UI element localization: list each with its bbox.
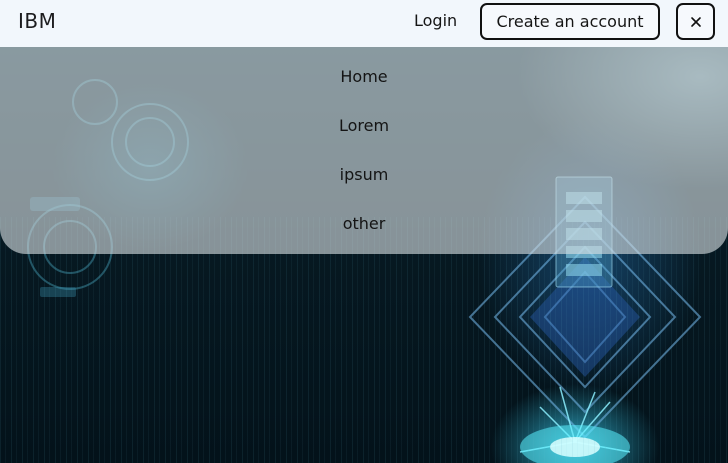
menu-item-ipsum[interactable]: ipsum	[0, 154, 728, 194]
menu-item-other[interactable]: other	[0, 203, 728, 243]
mobile-nav-menu: Home Lorem ipsum other	[0, 47, 728, 254]
menu-item-lorem[interactable]: Lorem	[0, 105, 728, 145]
login-link[interactable]: Login	[414, 11, 457, 30]
close-menu-button[interactable]	[676, 3, 715, 40]
close-icon	[690, 16, 701, 27]
create-account-label: Create an account	[496, 12, 644, 31]
menu-item-home[interactable]: Home	[0, 56, 728, 96]
top-nav-bar: IBM Login Create an account	[0, 0, 728, 47]
brand-logo[interactable]: IBM	[18, 9, 56, 33]
create-account-button[interactable]: Create an account	[480, 3, 660, 40]
